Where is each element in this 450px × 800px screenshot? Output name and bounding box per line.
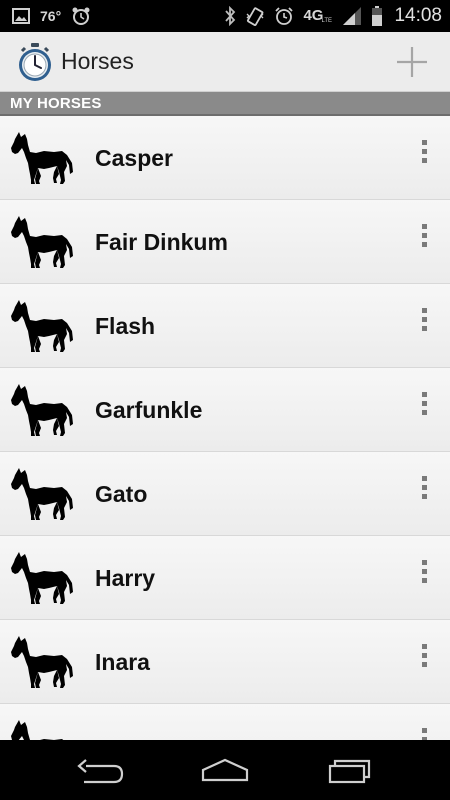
status-left: 76° [12,6,91,26]
horse-list[interactable]: Casper Fair Dinkum Flash Garfunkle Gato … [0,116,450,740]
battery-icon [372,6,383,26]
vibrate-icon [246,7,264,26]
clock: 14:08 [394,5,442,26]
section-header: MY HORSES [0,92,450,116]
back-icon[interactable] [70,750,130,790]
overflow-menu-icon[interactable] [414,476,436,502]
status-bar: 76° 4G LTE 14:08 [0,0,450,32]
horse-list-item[interactable]: Inara [0,620,450,704]
horse-name: Casper [95,145,173,171]
horse-name: Garfunkle [95,397,203,423]
section-header-label: MY HORSES [10,95,102,112]
horse-list-item[interactable]: Casper [0,116,450,200]
horse-name: Inara [95,649,150,675]
action-bar: Horses [0,32,450,92]
navigation-bar [0,740,450,800]
horse-list-item[interactable]: Flash [0,284,450,368]
overflow-menu-icon[interactable] [414,560,436,586]
page-title: Horses [61,48,134,74]
horse-list-item[interactable]: Fair Dinkum [0,200,450,284]
network-indicator: 4G LTE [303,6,333,26]
horse-list-item[interactable]: Garfunkle [0,368,450,452]
stopwatch-icon[interactable] [16,42,54,82]
home-icon[interactable] [195,750,255,790]
network-subtype: LTE [321,18,333,24]
overflow-menu-icon[interactable] [414,224,436,250]
horse-list-item-partial[interactable] [0,704,450,740]
alarm-notification-icon [72,7,90,25]
horse-icon [11,384,73,436]
overflow-menu-icon[interactable] [414,728,436,740]
recents-icon[interactable] [320,750,380,790]
temperature-text: 76° [40,8,62,24]
alarm-icon [275,7,294,25]
bluetooth-icon [225,6,236,26]
horse-name: Harry [95,565,156,591]
overflow-menu-icon[interactable] [414,392,436,418]
horse-icon [11,468,73,520]
horse-icon [11,300,73,352]
image-notification-icon [12,8,30,24]
horse-name: Flash [95,313,156,339]
overflow-menu-icon[interactable] [414,308,436,334]
horse-list-item[interactable]: Gato [0,452,450,536]
horse-icon [11,216,73,268]
status-right: 4G LTE 14:08 [224,5,442,27]
overflow-menu-icon[interactable] [414,644,436,670]
horse-icon [11,636,73,688]
horse-icon [11,132,73,184]
overflow-menu-icon[interactable] [414,140,436,166]
horse-list-item[interactable]: Harry [0,536,450,620]
horse-name: Fair Dinkum [95,229,228,255]
horse-name: Gato [95,481,148,507]
horse-icon [11,552,73,604]
signal-icon [343,7,362,25]
network-type: 4G [303,7,324,24]
horse-icon [11,720,73,740]
add-horse-button[interactable] [392,42,432,82]
